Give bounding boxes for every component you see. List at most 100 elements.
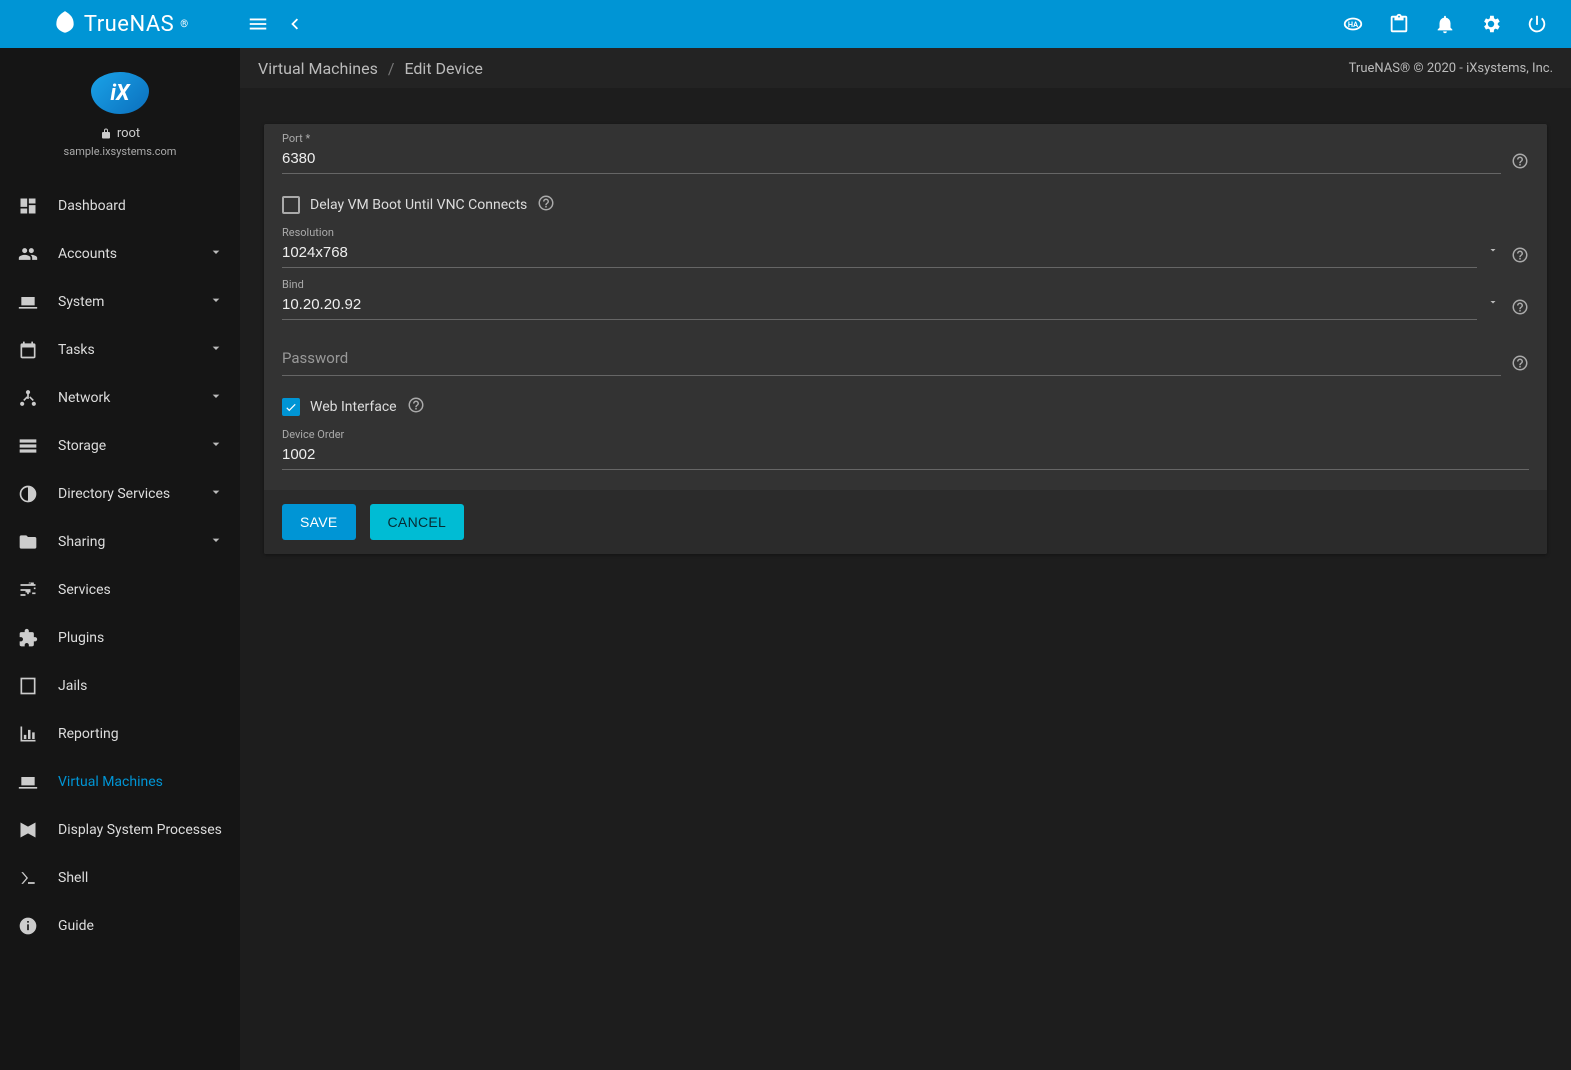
brand-block: iX root sample.ixsystems.com (0, 48, 240, 168)
sidebar-item-directory-services[interactable]: Directory Services (0, 470, 240, 518)
chevron-down-icon (208, 340, 224, 360)
hostname: sample.ixsystems.com (0, 145, 240, 158)
breadcrumb-leaf: Edit Device (404, 59, 482, 78)
clipboard-icon[interactable] (1387, 12, 1411, 36)
calendar-icon (16, 340, 40, 360)
settings-icon[interactable] (1479, 12, 1503, 36)
sidebar-item-label: Dashboard (58, 198, 224, 214)
sidebar-item-label: System (58, 294, 208, 310)
chevron-down-icon (208, 484, 224, 504)
terminal-icon (16, 868, 40, 888)
processes-icon (16, 820, 40, 840)
actions-bar: SAVE CANCEL (264, 490, 1547, 554)
cancel-button[interactable]: CANCEL (370, 504, 465, 540)
sidebar-item-services[interactable]: Services (0, 566, 240, 614)
main: Virtual Machines / Edit Device TrueNAS® … (240, 48, 1571, 1070)
chevron-down-icon (208, 292, 224, 312)
port-input[interactable] (282, 146, 1501, 173)
web-interface-help-icon[interactable] (407, 396, 425, 418)
notifications-icon[interactable] (1433, 12, 1457, 36)
ha-status-icon[interactable] (1341, 12, 1365, 36)
sidebar-item-label: Jails (58, 678, 224, 694)
copyright: TrueNAS® © 2020 - iXsystems, Inc. (1349, 61, 1553, 76)
username: root (117, 126, 140, 141)
password-help-icon[interactable] (1511, 354, 1529, 376)
user-line: root (0, 126, 240, 141)
chevron-down-icon (208, 244, 224, 264)
logo[interactable]: TrueNAS® (0, 9, 240, 39)
breadcrumb-root[interactable]: Virtual Machines (258, 59, 378, 78)
sidebar-item-label: Accounts (58, 246, 208, 262)
chevron-down-icon (208, 436, 224, 456)
bind-dropdown-icon[interactable] (1487, 296, 1501, 320)
sidebar-item-plugins[interactable]: Plugins (0, 614, 240, 662)
sidebar-item-display-system-processes[interactable]: Display System Processes (0, 806, 240, 854)
tune-icon (16, 580, 40, 600)
device-order-input[interactable] (282, 442, 1529, 469)
sidebar-item-shell[interactable]: Shell (0, 854, 240, 902)
sidebar-item-label: Sharing (58, 534, 208, 550)
extension-icon (16, 628, 40, 648)
bind-help-icon[interactable] (1511, 298, 1529, 320)
sidebar-item-system[interactable]: System (0, 278, 240, 326)
sidebar-item-tasks[interactable]: Tasks (0, 326, 240, 374)
resolution-label: Resolution (282, 226, 334, 239)
edit-device-card: Port * Delay VM Boot Until VNC Connects (264, 124, 1547, 554)
laptop-icon (16, 772, 40, 792)
chart-icon (16, 724, 40, 744)
chevron-down-icon (208, 532, 224, 552)
sidebar-item-guide[interactable]: Guide (0, 902, 240, 950)
sidebar-item-label: Plugins (58, 630, 224, 646)
sidebar-item-label: Guide (58, 918, 224, 934)
ix-logo-icon: iX (91, 72, 149, 114)
lock-icon (100, 128, 112, 140)
breadcrumb-bar: Virtual Machines / Edit Device TrueNAS® … (240, 48, 1571, 88)
sidebar-item-label: Tasks (58, 342, 208, 358)
bind-select[interactable] (282, 292, 1477, 319)
laptop-icon (16, 292, 40, 312)
sidebar-item-jails[interactable]: Jails (0, 662, 240, 710)
folder-icon (16, 532, 40, 552)
web-interface-label: Web Interface (310, 399, 397, 415)
resolution-help-icon[interactable] (1511, 246, 1529, 268)
power-icon[interactable] (1525, 12, 1549, 36)
sidebar-item-storage[interactable]: Storage (0, 422, 240, 470)
sidebar-item-dashboard[interactable]: Dashboard (0, 182, 240, 230)
nav: Dashboard Accounts System Tasks Network Stora… (0, 182, 240, 950)
sidebar-item-accounts[interactable]: Accounts (0, 230, 240, 278)
dashboard-icon (16, 196, 40, 216)
delay-vnc-help-icon[interactable] (537, 194, 555, 216)
breadcrumb-sep: / (388, 59, 395, 78)
resolution-select[interactable] (282, 240, 1477, 267)
sidebar-item-label: Display System Processes (58, 822, 224, 838)
sidebar-item-sharing[interactable]: Sharing (0, 518, 240, 566)
delay-vnc-label: Delay VM Boot Until VNC Connects (310, 197, 527, 213)
info-icon (16, 916, 40, 936)
web-interface-checkbox[interactable] (282, 398, 300, 416)
jail-icon (16, 676, 40, 696)
storage-icon (16, 436, 40, 456)
sidebar-item-label: Virtual Machines (58, 774, 224, 790)
topbar: TrueNAS® (0, 0, 1571, 48)
back-icon[interactable] (282, 12, 306, 36)
sidebar-item-network[interactable]: Network (0, 374, 240, 422)
sidebar-item-reporting[interactable]: Reporting (0, 710, 240, 758)
sidebar-item-label: Shell (58, 870, 224, 886)
delay-vnc-checkbox[interactable] (282, 196, 300, 214)
port-label: Port * (282, 132, 310, 145)
sidebar-item-label: Network (58, 390, 208, 406)
bind-label: Bind (282, 278, 304, 291)
truenas-mark-icon (52, 9, 78, 39)
password-input[interactable] (282, 348, 1501, 375)
save-button[interactable]: SAVE (282, 504, 356, 540)
sidebar: iX root sample.ixsystems.com Dashboard Ac… (0, 48, 240, 1070)
port-help-icon[interactable] (1511, 152, 1529, 174)
device-order-label: Device Order (282, 428, 344, 441)
sidebar-item-label: Services (58, 582, 224, 598)
menu-toggle-icon[interactable] (246, 12, 270, 36)
people-icon (16, 244, 40, 264)
hub-icon (16, 388, 40, 408)
sidebar-item-label: Storage (58, 438, 208, 454)
sidebar-item-virtual-machines[interactable]: Virtual Machines (0, 758, 240, 806)
resolution-dropdown-icon[interactable] (1487, 244, 1501, 268)
